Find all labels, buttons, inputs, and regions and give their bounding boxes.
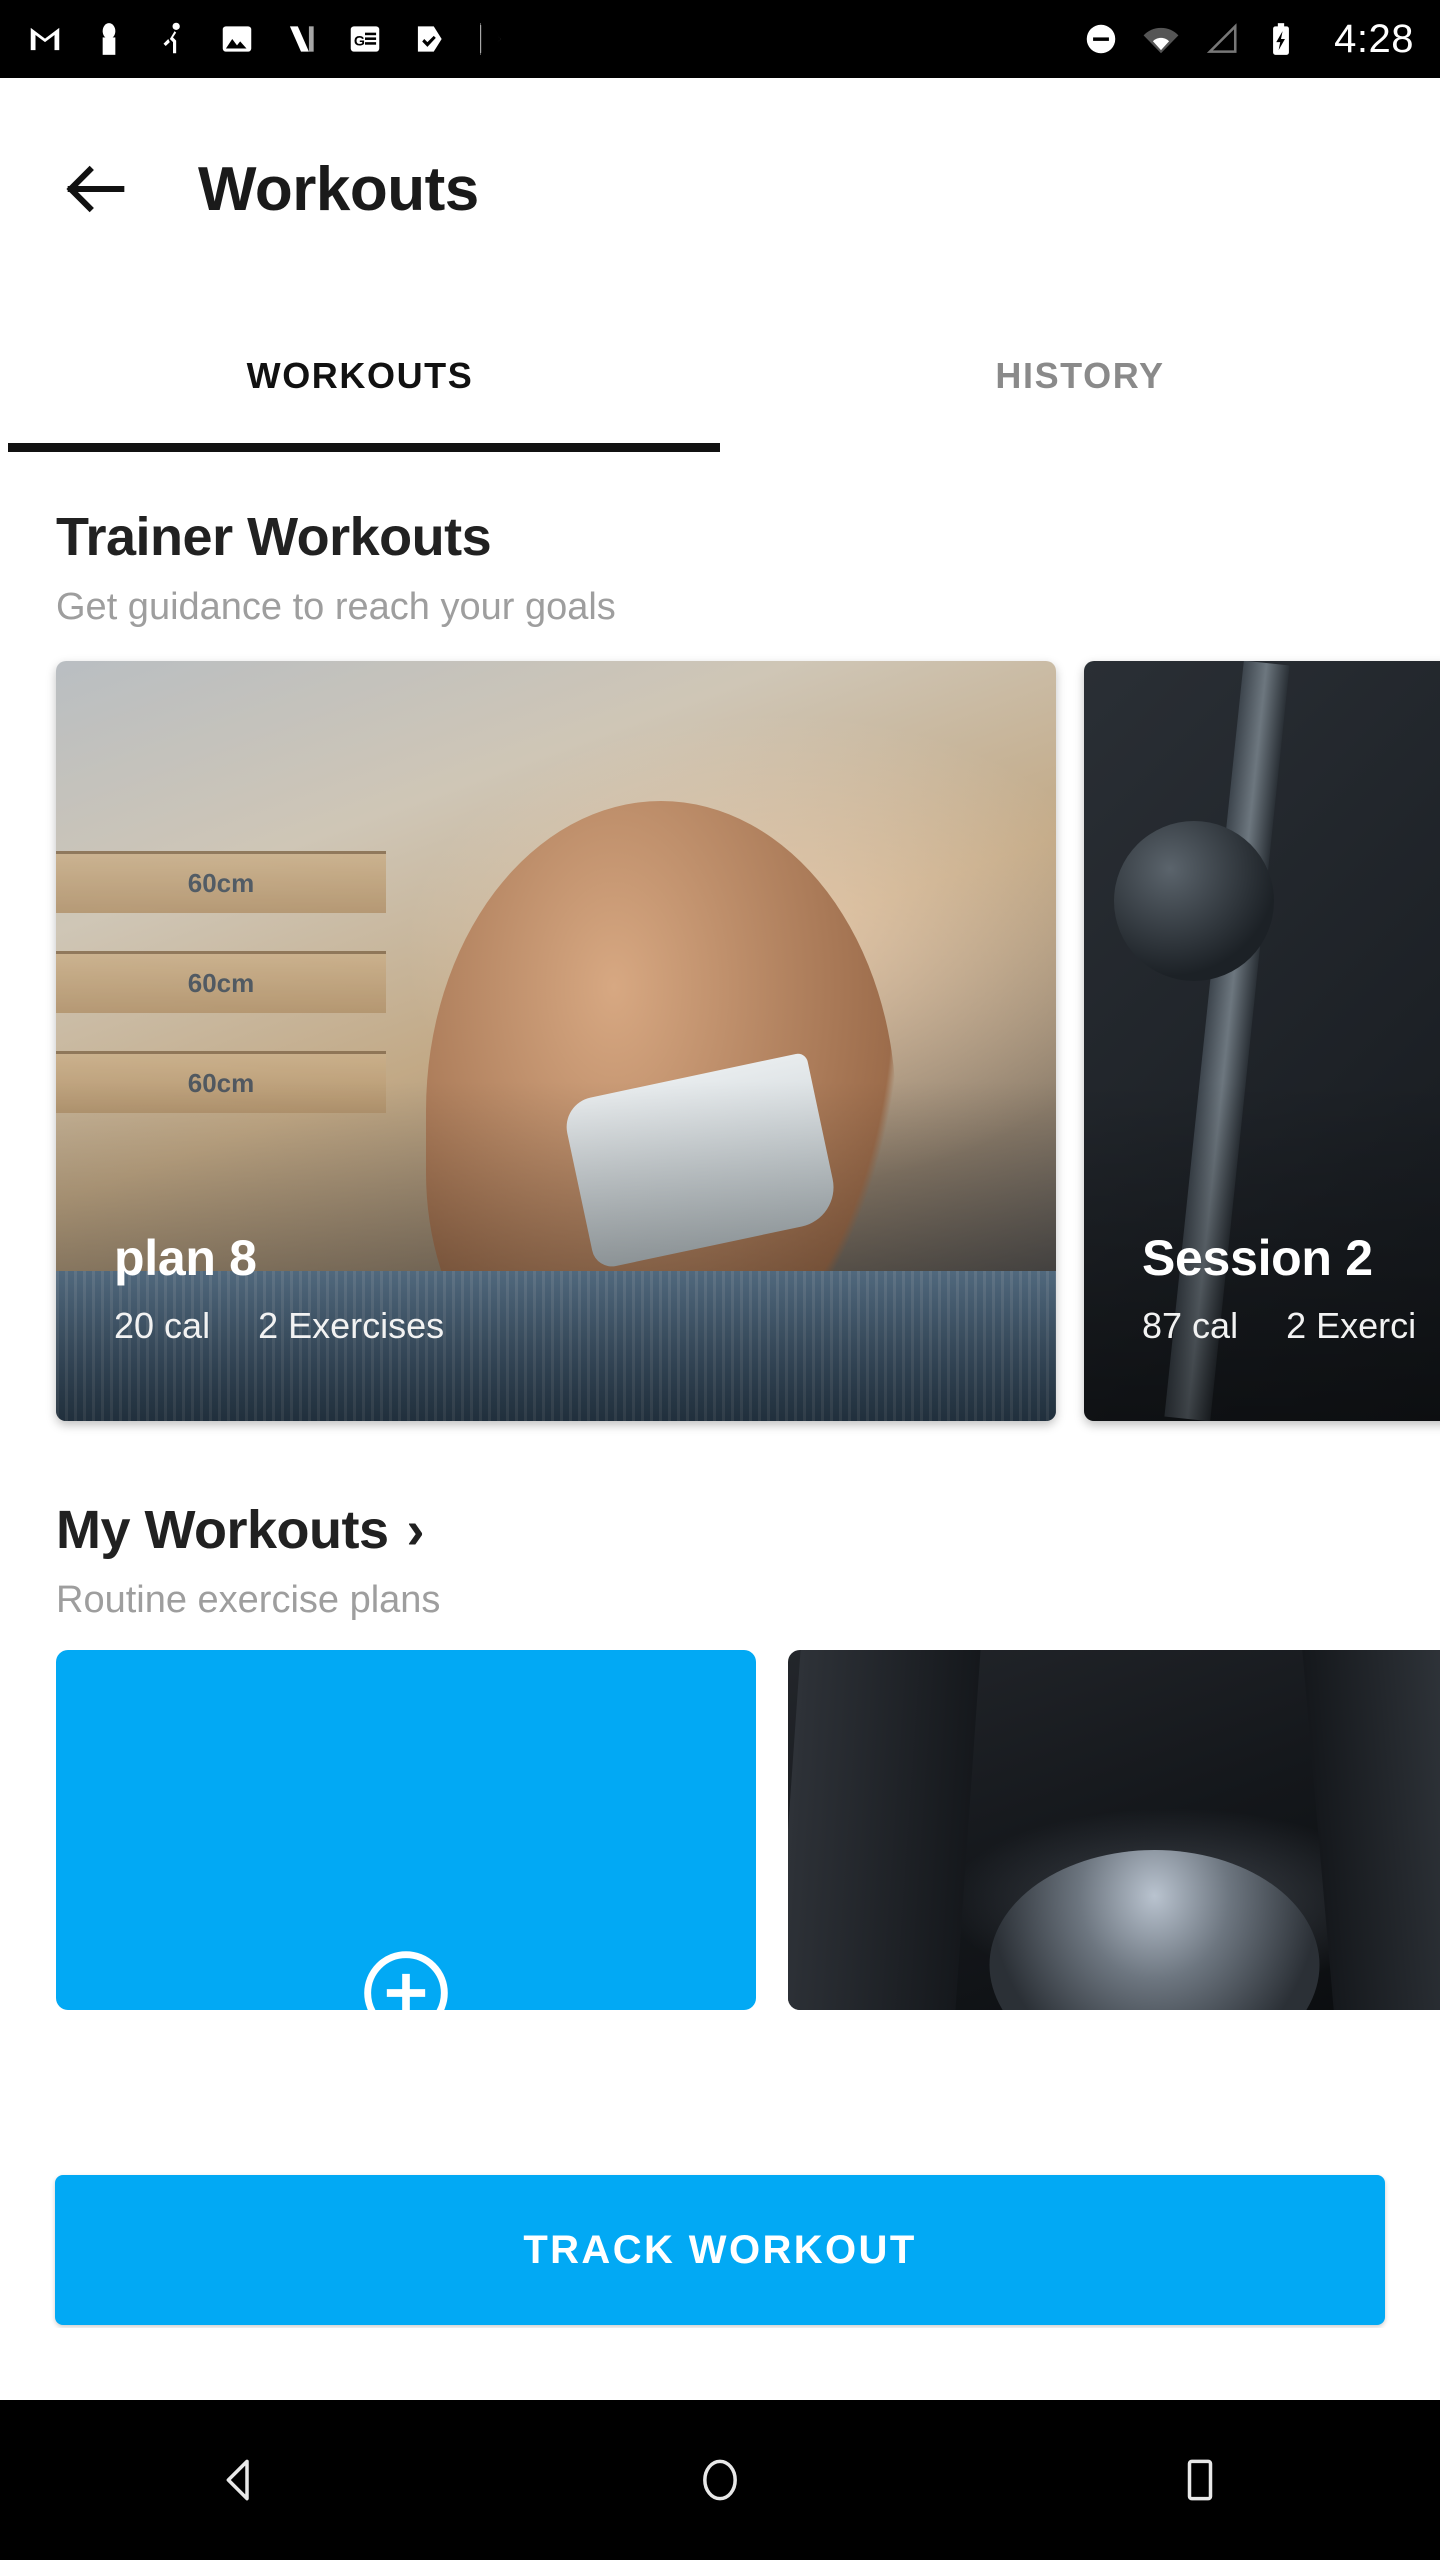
google-news-icon: G xyxy=(350,26,380,52)
tasks-icon xyxy=(417,26,442,52)
tab-active-indicator xyxy=(8,443,720,452)
trainer-workouts-title: Trainer Workouts xyxy=(56,507,492,567)
status-bar-notification-icons: G xyxy=(26,20,1082,58)
my-workouts-title: My Workouts xyxy=(56,1500,389,1560)
nav-back-button[interactable] xyxy=(150,2425,330,2535)
tab-history-label: HISTORY xyxy=(995,355,1165,396)
kettlebell xyxy=(989,1850,1320,2010)
track-workout-bar: TRACK WORKOUT xyxy=(0,2170,1440,2330)
nav-recents-button[interactable] xyxy=(1110,2425,1290,2535)
trainer-workout-card[interactable]: 60cm 60cm 60cm plan 8 20 cal 2 Exercises xyxy=(56,661,1056,1421)
athlete-leg-right xyxy=(1302,1650,1440,2010)
workout-card-calories: 87 cal xyxy=(1142,1305,1239,1346)
battery-charging-icon xyxy=(1273,23,1290,55)
status-bar: G 4:28 xyxy=(0,0,1440,78)
trainer-workouts-carousel[interactable]: 60cm 60cm 60cm plan 8 20 cal 2 Exercises xyxy=(0,661,1440,1421)
workout-card-title: plan 8 xyxy=(114,1230,257,1286)
news-icon xyxy=(289,26,314,52)
back-arrow-icon xyxy=(66,165,125,213)
tab-workouts[interactable]: WORKOUTS xyxy=(0,300,720,452)
status-bar-system-icons: 4:28 xyxy=(1082,17,1414,62)
status-bar-clock: 4:28 xyxy=(1334,16,1414,61)
add-workout-card[interactable] xyxy=(56,1650,756,2010)
trainer-workouts-subtitle: Get guidance to reach your goals xyxy=(56,586,616,628)
fitness-icon xyxy=(163,22,180,54)
plyo-box-label: 60cm xyxy=(56,951,386,1013)
nav-back-icon xyxy=(226,2459,249,2501)
workout-card-text: Session 2 87 cal 2 Exerci xyxy=(1142,1229,1416,1347)
play-store-icon xyxy=(480,22,502,56)
plyo-box-label: 60cm xyxy=(56,851,386,913)
svg-text:G: G xyxy=(354,33,365,49)
page-title: Workouts xyxy=(198,154,479,224)
photos-icon xyxy=(222,26,252,52)
workout-card-exercises: 2 Exercises xyxy=(258,1305,445,1346)
wifi-icon xyxy=(1143,27,1179,54)
do-not-disturb-icon xyxy=(1086,24,1116,54)
trainer-workout-card[interactable]: Session 2 87 cal 2 Exerci xyxy=(1084,661,1440,1421)
bottom-spacer xyxy=(0,2328,1440,2400)
tab-bar: WORKOUTS HISTORY xyxy=(0,300,1440,452)
back-button[interactable] xyxy=(48,141,144,237)
my-workouts-subtitle: Routine exercise plans xyxy=(56,1579,441,1621)
my-workout-card[interactable] xyxy=(788,1650,1440,2010)
my-workouts-carousel[interactable] xyxy=(0,1650,1440,2010)
chevron-right-icon[interactable]: › xyxy=(407,1499,425,1561)
add-circle-icon[interactable] xyxy=(360,1947,452,2010)
workout-card-calories: 20 cal xyxy=(114,1305,211,1346)
workout-card-text: plan 8 20 cal 2 Exercises xyxy=(114,1229,444,1347)
athlete-leg-left xyxy=(788,1650,981,2010)
workout-card-exercises: 2 Exerci xyxy=(1286,1305,1417,1346)
my-workouts-header[interactable]: My Workouts › Routine exercise plans xyxy=(0,1499,1440,1622)
nav-home-icon xyxy=(703,2459,737,2501)
workout-card-title: Session 2 xyxy=(1142,1230,1373,1286)
app-bar: Workouts xyxy=(0,78,1440,300)
weight-plate xyxy=(1114,821,1274,981)
scroll-content[interactable]: Trainer Workouts Get guidance to reach y… xyxy=(0,452,1440,2328)
person-icon xyxy=(102,23,116,55)
android-navigation-bar xyxy=(0,2400,1440,2560)
track-workout-button[interactable]: TRACK WORKOUT xyxy=(55,2175,1385,2325)
trainer-workouts-header: Trainer Workouts Get guidance to reach y… xyxy=(0,452,1440,629)
nav-recents-icon xyxy=(1187,2459,1213,2501)
gmail-icon xyxy=(30,27,60,51)
tab-workouts-label: WORKOUTS xyxy=(246,355,474,396)
cell-signal-icon xyxy=(1206,23,1237,53)
tab-history[interactable]: HISTORY xyxy=(720,300,1440,452)
nav-home-button[interactable] xyxy=(630,2425,810,2535)
